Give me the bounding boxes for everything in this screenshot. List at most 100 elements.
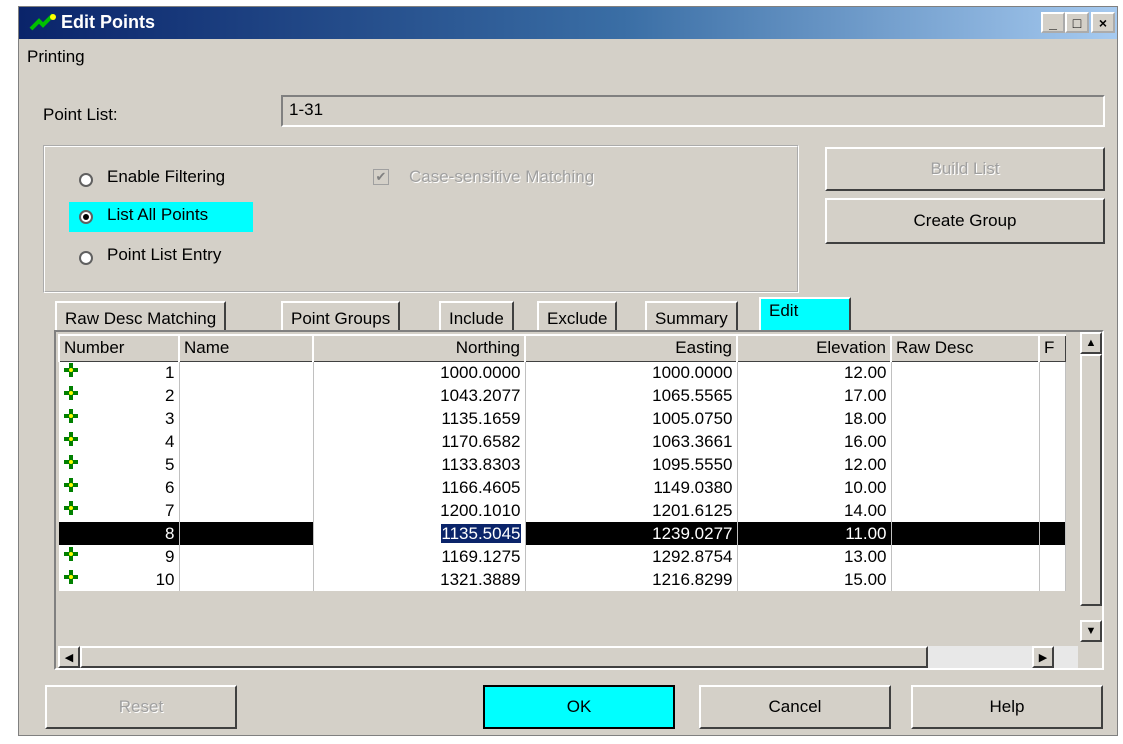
cell-number[interactable]: 2 bbox=[59, 384, 180, 407]
cell-name[interactable] bbox=[179, 522, 314, 545]
table-row[interactable]: 4 1170.6582 1063.3661 16.00 bbox=[59, 430, 1066, 453]
build-list-button[interactable]: Build List bbox=[825, 147, 1105, 191]
cell-raw-desc[interactable] bbox=[891, 453, 1040, 476]
cell-easting[interactable]: 1095.5550 bbox=[525, 453, 738, 476]
col-f[interactable]: F bbox=[1038, 334, 1066, 362]
col-name[interactable]: Name bbox=[178, 334, 314, 362]
table-row[interactable]: 5 1133.8303 1095.5550 12.00 bbox=[59, 453, 1066, 476]
point-list-entry-label[interactable]: Point List Entry bbox=[107, 245, 221, 265]
minimize-button[interactable]: _ bbox=[1041, 12, 1065, 33]
ok-button[interactable]: OK bbox=[483, 685, 675, 729]
scroll-up-button[interactable]: ▲ bbox=[1080, 332, 1102, 354]
cell-raw-desc[interactable] bbox=[891, 407, 1040, 430]
cell-raw-desc[interactable] bbox=[891, 384, 1040, 407]
cell-easting[interactable]: 1063.3661 bbox=[525, 430, 738, 453]
close-button[interactable]: × bbox=[1091, 12, 1115, 33]
enable-filtering-radio[interactable] bbox=[79, 173, 93, 187]
help-button[interactable]: Help bbox=[911, 685, 1103, 729]
cell-f[interactable] bbox=[1039, 453, 1066, 476]
point-list-entry-radio[interactable] bbox=[79, 251, 93, 265]
col-number[interactable]: Number bbox=[58, 334, 180, 362]
cell-elevation[interactable]: 16.00 bbox=[737, 430, 892, 453]
cell-easting[interactable]: 1216.8299 bbox=[525, 568, 738, 591]
cell-f[interactable] bbox=[1039, 499, 1066, 522]
cell-northing[interactable]: 1169.1275 bbox=[313, 545, 526, 568]
cell-northing[interactable]: 1000.0000 bbox=[313, 361, 526, 384]
cell-name[interactable] bbox=[179, 499, 314, 522]
cell-northing[interactable]: 1043.2077 bbox=[313, 384, 526, 407]
tab-point-groups[interactable]: Point Groups bbox=[281, 301, 401, 331]
table-row[interactable]: 10 1321.3889 1216.8299 15.00 bbox=[59, 568, 1066, 591]
cell-number[interactable]: 10 bbox=[59, 568, 180, 591]
table-row[interactable]: 8 1135.5045 1239.0277 11.00 bbox=[59, 522, 1066, 545]
cell-elevation[interactable]: 15.00 bbox=[737, 568, 892, 591]
table-row[interactable]: 2 1043.2077 1065.5565 17.00 bbox=[59, 384, 1066, 407]
col-easting[interactable]: Easting bbox=[524, 334, 738, 362]
cell-raw-desc[interactable] bbox=[891, 476, 1040, 499]
vertical-scrollbar[interactable]: ▲ ▼ bbox=[1080, 332, 1102, 642]
col-elevation[interactable]: Elevation bbox=[736, 334, 892, 362]
tab-summary[interactable]: Summary bbox=[645, 301, 738, 331]
cell-name[interactable] bbox=[179, 545, 314, 568]
cell-raw-desc[interactable] bbox=[891, 499, 1040, 522]
cell-elevation[interactable]: 13.00 bbox=[737, 545, 892, 568]
title-bar[interactable]: Edit Points _ □ × bbox=[19, 7, 1117, 39]
cell-northing[interactable]: 1135.5045 bbox=[313, 522, 526, 545]
cell-number[interactable]: 8 bbox=[59, 522, 180, 545]
horizontal-scrollbar[interactable]: ◀ ▶ bbox=[58, 646, 1078, 668]
cell-f[interactable] bbox=[1039, 361, 1066, 384]
menu-printing[interactable]: Printing bbox=[27, 47, 85, 67]
cell-easting[interactable]: 1201.6125 bbox=[525, 499, 738, 522]
cell-easting[interactable]: 1065.5565 bbox=[525, 384, 738, 407]
tab-raw-desc-matching[interactable]: Raw Desc Matching bbox=[55, 301, 227, 331]
scroll-right-button[interactable]: ▶ bbox=[1032, 646, 1054, 668]
cell-easting[interactable]: 1005.0750 bbox=[525, 407, 738, 430]
cell-number[interactable]: 6 bbox=[59, 476, 180, 499]
cell-f[interactable] bbox=[1039, 384, 1066, 407]
enable-filtering-label[interactable]: Enable Filtering bbox=[107, 167, 225, 187]
cancel-button[interactable]: Cancel bbox=[699, 685, 891, 729]
cell-northing[interactable]: 1135.1659 bbox=[313, 407, 526, 430]
cell-raw-desc[interactable] bbox=[891, 522, 1040, 545]
cell-raw-desc[interactable] bbox=[891, 430, 1040, 453]
cell-northing[interactable]: 1170.6582 bbox=[313, 430, 526, 453]
cell-f[interactable] bbox=[1039, 568, 1066, 591]
table-row[interactable]: 7 1200.1010 1201.6125 14.00 bbox=[59, 499, 1066, 522]
cell-f[interactable] bbox=[1039, 407, 1066, 430]
cell-elevation[interactable]: 11.00 bbox=[737, 522, 892, 545]
tab-exclude[interactable]: Exclude bbox=[537, 301, 618, 331]
cell-number[interactable]: 4 bbox=[59, 430, 180, 453]
cell-name[interactable] bbox=[179, 453, 314, 476]
cell-number[interactable]: 5 bbox=[59, 453, 180, 476]
cell-northing[interactable]: 1200.1010 bbox=[313, 499, 526, 522]
cell-northing[interactable]: 1133.8303 bbox=[313, 453, 526, 476]
cell-raw-desc[interactable] bbox=[891, 361, 1040, 384]
horizontal-scroll-thumb[interactable] bbox=[80, 646, 928, 668]
cell-name[interactable] bbox=[179, 384, 314, 407]
cell-easting[interactable]: 1149.0380 bbox=[525, 476, 738, 499]
list-all-points-label[interactable]: List All Points bbox=[107, 205, 208, 225]
cell-f[interactable] bbox=[1039, 430, 1066, 453]
cell-easting[interactable]: 1000.0000 bbox=[525, 361, 738, 384]
scroll-left-button[interactable]: ◀ bbox=[58, 646, 80, 668]
table-row[interactable]: 6 1166.4605 1149.0380 10.00 bbox=[59, 476, 1066, 499]
create-group-button[interactable]: Create Group bbox=[825, 198, 1105, 244]
cell-name[interactable] bbox=[179, 476, 314, 499]
cell-elevation[interactable]: 12.00 bbox=[737, 453, 892, 476]
col-raw-desc[interactable]: Raw Desc bbox=[890, 334, 1040, 362]
cell-easting[interactable]: 1239.0277 bbox=[525, 522, 738, 545]
cell-number[interactable]: 9 bbox=[59, 545, 180, 568]
table-row[interactable]: 9 1169.1275 1292.8754 13.00 bbox=[59, 545, 1066, 568]
cell-northing[interactable]: 1321.3889 bbox=[313, 568, 526, 591]
table-row[interactable]: 3 1135.1659 1005.0750 18.00 bbox=[59, 407, 1066, 430]
cell-elevation[interactable]: 14.00 bbox=[737, 499, 892, 522]
cell-raw-desc[interactable] bbox=[891, 568, 1040, 591]
cell-name[interactable] bbox=[179, 430, 314, 453]
table-row[interactable]: 1 1000.0000 1000.0000 12.00 bbox=[59, 361, 1066, 384]
cell-name[interactable] bbox=[179, 361, 314, 384]
cell-number[interactable]: 7 bbox=[59, 499, 180, 522]
cell-f[interactable] bbox=[1039, 476, 1066, 499]
cell-name[interactable] bbox=[179, 568, 314, 591]
list-all-points-radio[interactable] bbox=[79, 210, 93, 224]
cell-f[interactable] bbox=[1039, 522, 1066, 545]
